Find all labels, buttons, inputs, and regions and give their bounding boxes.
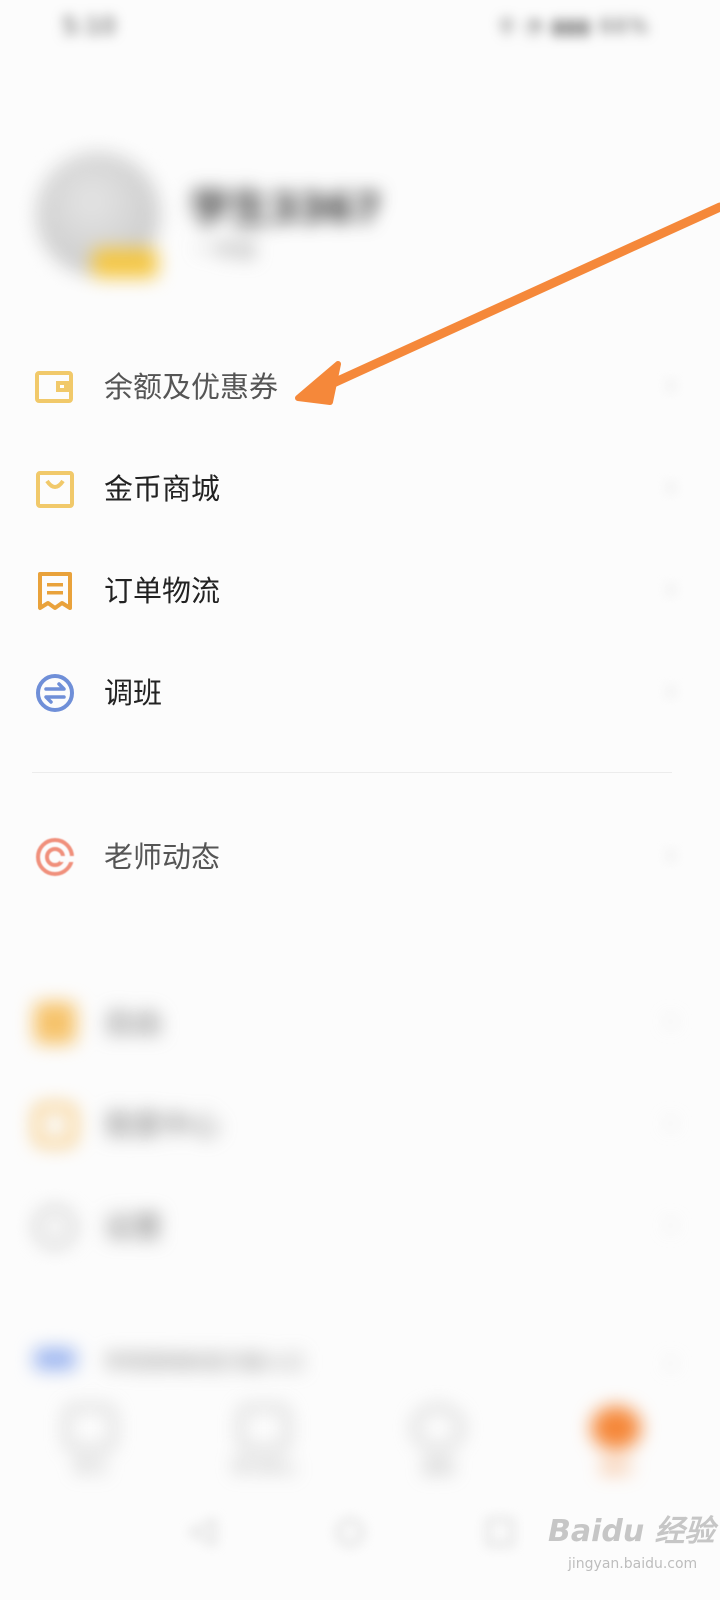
menu-item-blurred-4[interactable]: 学而思网校官方版入口 ›	[0, 1340, 720, 1400]
menu-label-blurred-3: 设置	[104, 1210, 163, 1244]
tab-study-center[interactable]: 学习中心	[204, 1396, 324, 1486]
menu-item-blurred-3[interactable]: 设置 ›	[0, 1176, 720, 1278]
menu-label-orders-logistics: 订单物流	[104, 574, 221, 608]
status-icons: ⚲ ◔ ▮▮▮ 66%	[499, 14, 650, 38]
back-icon[interactable]: ◁	[180, 1508, 224, 1552]
chevron-right-icon: ›	[665, 574, 676, 604]
menu-label-balance-coupons: 余额及优惠券	[104, 370, 279, 404]
watermark-url: jingyan.baidu.com	[568, 1556, 698, 1572]
chevron-right-icon: ›	[665, 1210, 676, 1240]
menu-item-teacher-updates[interactable]: 老师动态 ›	[0, 806, 720, 908]
menu-item-blurred-2[interactable]: 我爱中心 ›	[0, 1074, 720, 1176]
tab-label: 发现	[421, 1458, 454, 1477]
home-icon[interactable]: ○	[328, 1508, 372, 1552]
receipt-icon	[38, 572, 72, 610]
chevron-right-icon: ›	[665, 370, 676, 400]
yellow-square-icon	[34, 1002, 76, 1044]
tab-label: 我的	[599, 1458, 632, 1477]
menu-item-change-class[interactable]: 调班 ›	[0, 642, 720, 744]
profile-icon	[591, 1406, 641, 1450]
menu-label-blurred-2: 我爱中心	[104, 1108, 221, 1142]
chevron-right-icon: ›	[665, 472, 676, 502]
grade-label: 一年级	[196, 238, 256, 262]
menu-label-blurred-4: 学而思网校官方版入口	[104, 1350, 304, 1374]
watermark-logo: Baidu 经验	[548, 1514, 715, 1549]
menu-item-coin-mall[interactable]: 金币商城 ›	[0, 438, 720, 540]
grid-icon	[239, 1406, 289, 1450]
chevron-right-icon: ›	[665, 1006, 676, 1036]
tab-study[interactable]: 学习	[30, 1396, 150, 1486]
compass-icon	[413, 1406, 463, 1450]
menu-label-teacher-updates: 老师动态	[104, 840, 221, 874]
recents-icon[interactable]: □	[478, 1508, 522, 1552]
chevron-right-icon: ›	[665, 676, 676, 706]
menu-item-balance-coupons[interactable]: 余额及优惠券 ›	[0, 336, 720, 438]
section-divider	[32, 772, 672, 773]
menu-label-coin-mall: 金币商城	[104, 472, 221, 506]
bag-icon	[34, 1104, 76, 1146]
target-icon	[36, 838, 76, 876]
menu-item-blurred-1[interactable]: 自由 ›	[0, 972, 720, 1074]
tab-discover[interactable]: 发现	[378, 1396, 498, 1486]
status-time: 5:10	[62, 12, 116, 40]
chevron-right-icon: ›	[665, 1108, 676, 1138]
shopping-bag-icon	[36, 471, 74, 508]
username: 学生3367	[190, 186, 382, 232]
chevron-right-icon: ›	[665, 840, 676, 870]
chevron-right-icon: ›	[665, 1348, 676, 1378]
bottom-tab-bar: 学习 学习中心 发现 我的	[0, 1396, 720, 1486]
swap-icon	[36, 674, 74, 712]
menu-label-change-class: 调班	[104, 676, 163, 710]
profile-header[interactable]: 学生3367 一年级	[0, 140, 720, 300]
gear-icon	[34, 1206, 76, 1248]
menu-label-blurred-1: 自由	[104, 1006, 163, 1040]
tab-label: 学习	[73, 1458, 106, 1477]
wallet-icon	[35, 371, 73, 403]
watermark: Baidu 经验 jingyan.baidu.com	[538, 1496, 718, 1586]
book-icon	[65, 1406, 115, 1450]
tab-mine[interactable]: 我的	[556, 1396, 676, 1486]
tab-label: 学习中心	[231, 1458, 296, 1477]
vip-badge	[92, 248, 158, 278]
status-bar: 5:10 ⚲ ◔ ▮▮▮ 66%	[0, 0, 720, 50]
menu-item-orders-logistics[interactable]: 订单物流 ›	[0, 540, 720, 642]
blue-bar-icon	[34, 1348, 76, 1370]
